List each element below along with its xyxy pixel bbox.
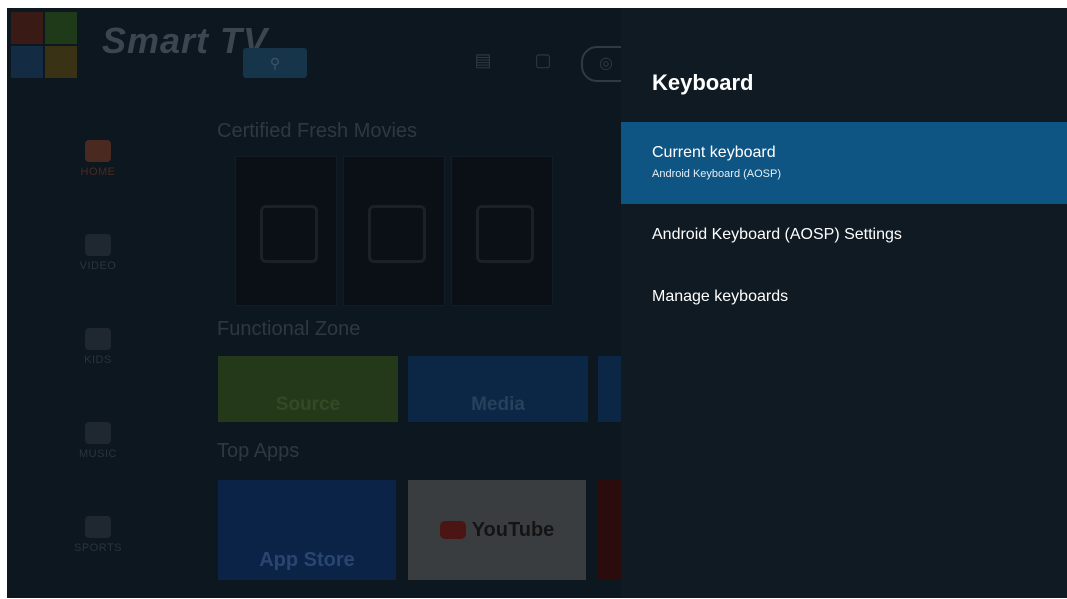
section-title-apps: Top Apps bbox=[217, 440, 300, 462]
section-title-functional: Functional Zone bbox=[217, 318, 361, 340]
menu-item-current-keyboard[interactable]: Current keyboard Android Keyboard (AOSP) bbox=[621, 122, 1067, 204]
notification-icon[interactable]: ▢ bbox=[532, 50, 554, 74]
tile-label: App Store bbox=[259, 549, 355, 571]
music-icon bbox=[85, 422, 111, 444]
movie-card[interactable] bbox=[451, 156, 553, 306]
youtube-icon bbox=[439, 521, 466, 539]
sidebar-item-label: KIDS bbox=[84, 354, 112, 366]
section-title-movies: Certified Fresh Movies bbox=[217, 120, 418, 142]
panel-title: Keyboard bbox=[652, 70, 754, 95]
sidebar-item-home[interactable]: HOME bbox=[63, 140, 133, 178]
search-box[interactable]: ⚲ bbox=[243, 48, 307, 78]
sidebar-item-label: MUSIC bbox=[79, 448, 117, 460]
kids-icon bbox=[85, 328, 111, 350]
menu-item-label: Current keyboard bbox=[652, 144, 776, 161]
sidebar-item-music[interactable]: MUSIC bbox=[63, 422, 133, 460]
sports-icon bbox=[85, 516, 111, 538]
input-source-icon[interactable]: ▤ bbox=[472, 50, 494, 74]
search-icon: ⚲ bbox=[269, 54, 281, 71]
partial-tile[interactable] bbox=[598, 356, 621, 422]
sidebar-item-label: VIDEO bbox=[79, 260, 117, 272]
tile-label: YouTube bbox=[471, 518, 555, 541]
menu-item-label: Manage keyboards bbox=[652, 288, 789, 305]
movie-card[interactable] bbox=[343, 156, 445, 306]
sidebar-item-label: HOME bbox=[80, 166, 116, 178]
sidebar-item-label: SPORTS bbox=[73, 542, 123, 554]
tile-label: Media bbox=[471, 394, 525, 415]
settings-icon: ◎ bbox=[599, 55, 613, 72]
tile-label: Source bbox=[275, 394, 341, 415]
app-store-tile[interactable]: App Store bbox=[218, 480, 396, 580]
menu-item-sublabel: Android Keyboard (AOSP) bbox=[652, 168, 782, 180]
sidebar-item-kids[interactable]: KIDS bbox=[63, 328, 133, 366]
media-tile[interactable]: Media bbox=[408, 356, 588, 422]
movie-card[interactable] bbox=[235, 156, 337, 306]
sidebar-item-sports[interactable]: SPORTS bbox=[63, 516, 133, 554]
youtube-tile[interactable]: YouTube bbox=[408, 480, 586, 580]
tv-screen: Smart TV ⚲ ▤ ▢ ◎ HOME VIDEO KIDS MUSIC S… bbox=[7, 8, 1067, 598]
keyboard-settings-panel: Keyboard Current keyboard Android Keyboa… bbox=[621, 8, 1067, 598]
source-tile[interactable]: Source bbox=[218, 356, 398, 422]
menu-item-label: Android Keyboard (AOSP) Settings bbox=[652, 226, 902, 243]
video-icon bbox=[85, 234, 111, 256]
sidebar-item-video[interactable]: VIDEO bbox=[63, 234, 133, 272]
smart-tv-logo bbox=[7, 8, 77, 78]
partial-app-tile[interactable] bbox=[598, 480, 621, 580]
menu-item-manage-keyboards[interactable]: Manage keyboards bbox=[621, 266, 1067, 328]
menu-item-keyboard-settings[interactable]: Android Keyboard (AOSP) Settings bbox=[621, 204, 1067, 266]
home-icon bbox=[85, 140, 111, 162]
